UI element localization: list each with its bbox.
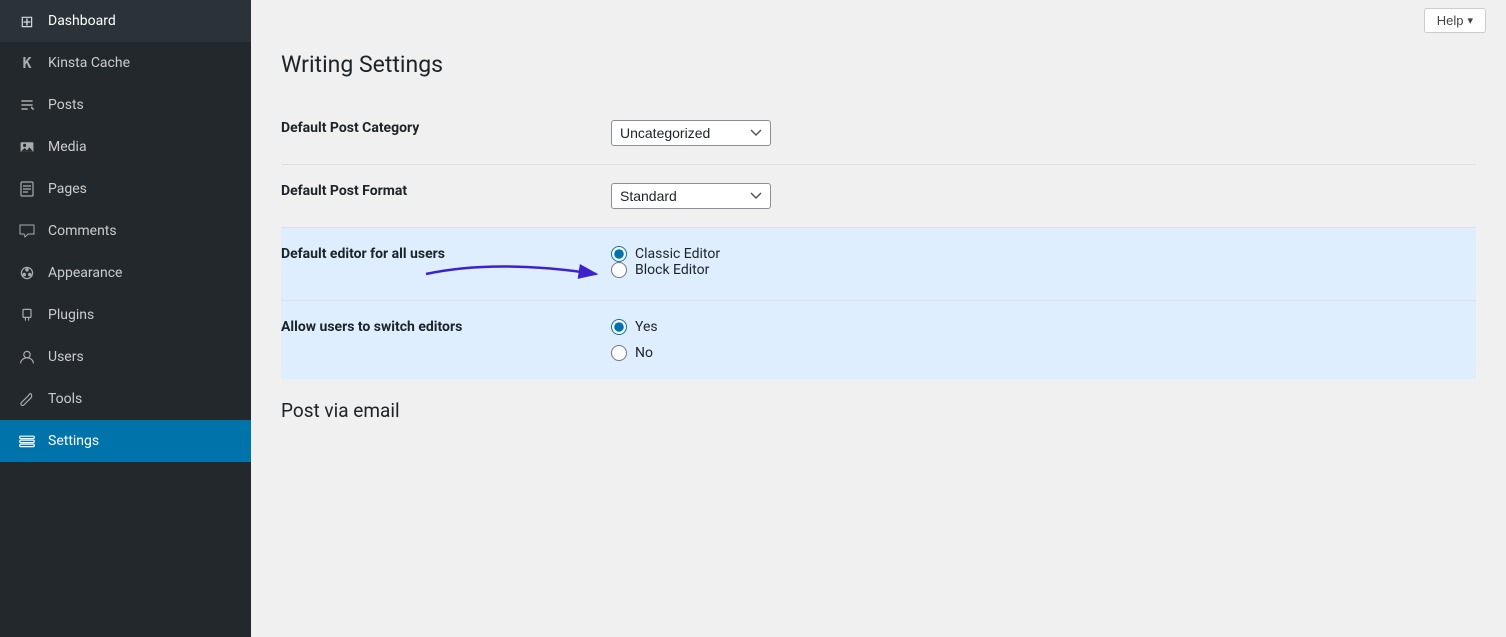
appearance-icon	[16, 262, 38, 284]
setting-field-allow-switch: Yes No	[601, 301, 1476, 380]
content-area: Writing Settings Default Post Category U…	[251, 41, 1506, 462]
sidebar-item-label: Plugins	[48, 307, 94, 323]
plugins-icon	[16, 304, 38, 326]
no-radio[interactable]	[611, 345, 627, 361]
topbar: Help	[251, 0, 1506, 41]
sidebar-item-plugins[interactable]: Plugins	[0, 294, 251, 336]
yes-label: Yes	[635, 319, 658, 335]
sidebar-item-label: Posts	[48, 97, 84, 113]
settings-table: Default Post Category Uncategorized Defa…	[281, 102, 1476, 379]
sidebar-item-label: Media	[48, 139, 87, 155]
no-label: No	[635, 345, 653, 361]
yes-option[interactable]: Yes	[611, 319, 1466, 335]
setting-label-default-post-category: Default Post Category	[281, 102, 601, 165]
no-option[interactable]: No	[611, 345, 1466, 361]
dashboard-icon: ⊞	[16, 10, 38, 32]
sidebar-item-label: Settings	[48, 433, 99, 449]
setting-label-allow-switch: Allow users to switch editors	[281, 301, 601, 380]
setting-field-default-post-category: Uncategorized	[601, 102, 1476, 165]
sidebar-item-label: Users	[48, 349, 84, 365]
block-editor-label: Block Editor	[635, 262, 709, 278]
sidebar-item-label: Tools	[48, 391, 82, 407]
default-editor-radio-group: Classic Editor Block Editor	[611, 246, 720, 278]
settings-icon	[16, 430, 38, 452]
help-button[interactable]: Help	[1424, 8, 1486, 33]
block-editor-option[interactable]: Block Editor	[611, 262, 720, 278]
setting-field-default-post-format: Standard	[601, 165, 1476, 228]
default-post-category-select[interactable]: Uncategorized	[611, 120, 771, 146]
sidebar-item-comments[interactable]: Comments	[0, 210, 251, 252]
sidebar-item-users[interactable]: Users	[0, 336, 251, 378]
posts-icon	[16, 94, 38, 116]
sidebar-item-label: Pages	[48, 181, 87, 197]
setting-label-default-editor: Default editor for all users	[281, 228, 601, 301]
sidebar-item-kinsta-cache[interactable]: K Kinsta Cache	[0, 42, 251, 84]
table-row: Default editor for all users Classic Edi…	[281, 228, 1476, 301]
users-icon	[16, 346, 38, 368]
main-content: Help Writing Settings Default Post Categ…	[251, 0, 1506, 637]
table-row: Allow users to switch editors Yes No	[281, 301, 1476, 380]
sidebar-item-label: Appearance	[48, 265, 122, 281]
table-row: Default Post Format Standard	[281, 165, 1476, 228]
comments-icon	[16, 220, 38, 242]
setting-field-default-editor: Classic Editor Block Editor	[601, 228, 1476, 301]
classic-editor-option[interactable]: Classic Editor	[611, 246, 720, 262]
sidebar-item-label: Dashboard	[48, 13, 116, 29]
post-via-email-title: Post via email	[281, 379, 1476, 432]
page-title: Writing Settings	[281, 51, 1476, 78]
sidebar-item-appearance[interactable]: Appearance	[0, 252, 251, 294]
sidebar-item-media[interactable]: Media	[0, 126, 251, 168]
table-row: Default Post Category Uncategorized	[281, 102, 1476, 165]
sidebar-item-label: Comments	[48, 223, 117, 239]
media-icon	[16, 136, 38, 158]
sidebar-item-pages[interactable]: Pages	[0, 168, 251, 210]
sidebar-item-settings[interactable]: Settings	[0, 420, 251, 462]
classic-editor-label: Classic Editor	[635, 246, 720, 262]
sidebar-item-dashboard[interactable]: ⊞ Dashboard	[0, 0, 251, 42]
tools-icon	[16, 388, 38, 410]
yes-radio[interactable]	[611, 319, 627, 335]
sidebar-item-label: Kinsta Cache	[48, 55, 130, 71]
sidebar-item-posts[interactable]: Posts	[0, 84, 251, 126]
allow-switch-radio-group: Yes No	[611, 319, 1466, 361]
default-post-format-select[interactable]: Standard	[611, 183, 771, 209]
setting-label-default-post-format: Default Post Format	[281, 165, 601, 228]
sidebar-item-tools[interactable]: Tools	[0, 378, 251, 420]
pages-icon	[16, 178, 38, 200]
kinsta-icon: K	[16, 52, 38, 74]
sidebar: ⊞ Dashboard K Kinsta Cache Posts Media P…	[0, 0, 251, 637]
block-editor-radio[interactable]	[611, 262, 627, 278]
classic-editor-radio[interactable]	[611, 246, 627, 262]
